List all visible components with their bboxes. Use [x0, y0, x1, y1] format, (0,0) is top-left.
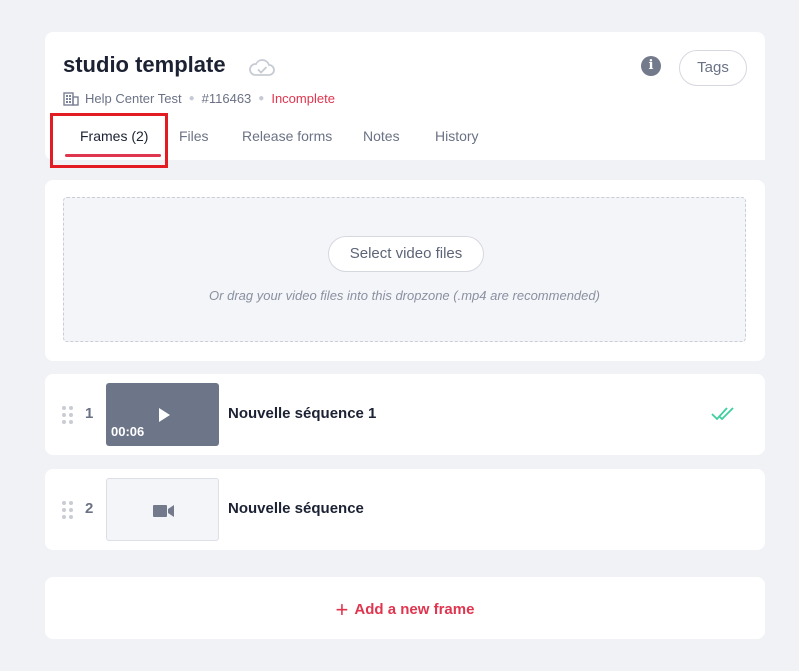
tab-history[interactable]: History [435, 128, 479, 144]
add-frame-card: + Add a new frame [45, 577, 765, 639]
page-title: studio template [63, 52, 226, 77]
frame-title[interactable]: Nouvelle séquence [228, 500, 364, 517]
separator-dot: ● [188, 93, 195, 104]
play-icon[interactable] [158, 408, 170, 422]
add-frame-button[interactable]: + Add a new frame [45, 597, 765, 623]
tab-release-forms[interactable]: Release forms [242, 128, 332, 144]
double-check-icon [711, 407, 734, 421]
video-dropzone[interactable]: Select video files Or drag your video fi… [63, 197, 746, 342]
dropzone-hint: Or drag your video files into this dropz… [209, 288, 600, 303]
status-badge: Incomplete [271, 91, 335, 106]
drag-handle-icon[interactable] [62, 406, 74, 424]
video-thumbnail[interactable]: 00:06 [106, 383, 219, 446]
empty-thumbnail[interactable] [106, 478, 219, 541]
video-duration: 00:06 [111, 424, 145, 439]
upload-card: Select video files Or drag your video fi… [45, 180, 765, 361]
project-meta: Help Center Test ● #116463 ● Incomplete [63, 91, 335, 106]
video-camera-icon [153, 505, 174, 517]
workspace-name[interactable]: Help Center Test [85, 91, 182, 106]
frame-row[interactable]: 2 Nouvelle séquence [45, 469, 765, 550]
info-icon[interactable]: i [641, 56, 661, 76]
cloud-check-icon [249, 59, 275, 76]
frame-number: 1 [85, 405, 94, 422]
project-id: #116463 [201, 91, 252, 106]
tab-notes[interactable]: Notes [363, 128, 400, 144]
tags-button[interactable]: Tags [679, 50, 747, 86]
tab-files[interactable]: Files [179, 128, 209, 144]
frame-number: 2 [85, 500, 94, 517]
add-frame-label: Add a new frame [354, 601, 475, 618]
drag-handle-icon[interactable] [62, 501, 74, 519]
select-video-files-button[interactable]: Select video files [328, 236, 484, 272]
plus-icon: + [335, 597, 349, 622]
building-icon [63, 91, 79, 106]
frame-row[interactable]: 1 00:06 Nouvelle séquence 1 [45, 374, 765, 455]
highlight-box [50, 113, 168, 168]
separator-dot: ● [258, 93, 265, 104]
frame-title[interactable]: Nouvelle séquence 1 [228, 405, 376, 422]
